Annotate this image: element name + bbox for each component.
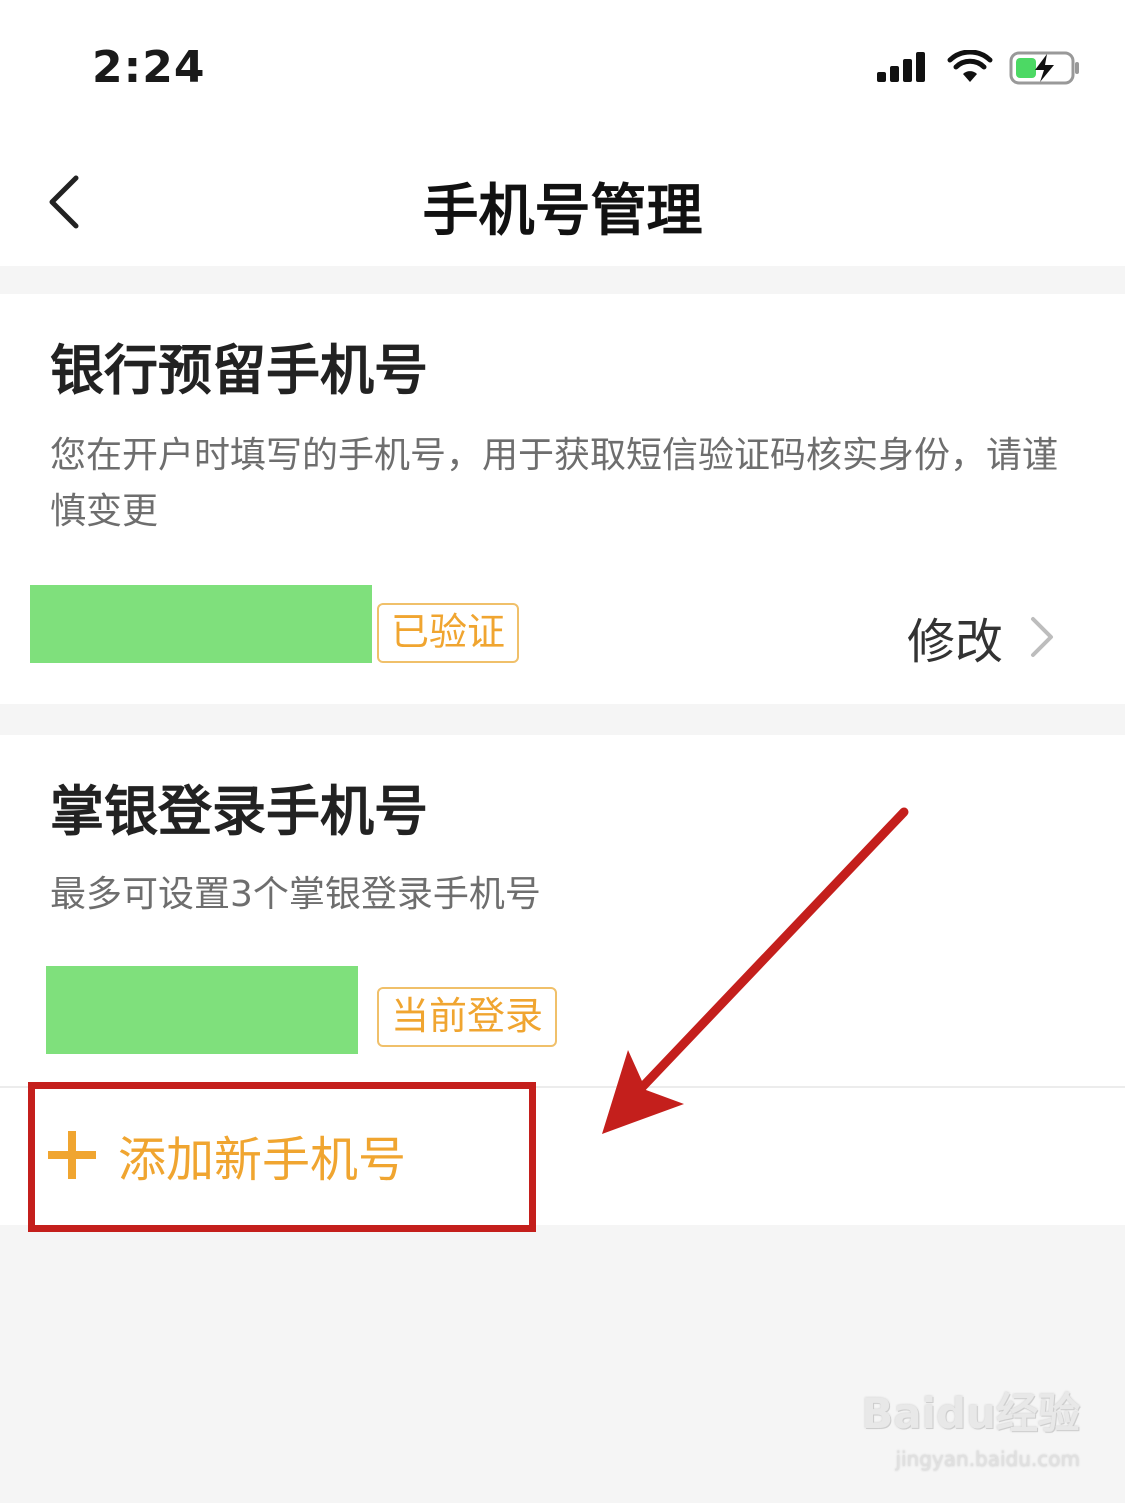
verified-badge: 已验证 bbox=[377, 603, 520, 663]
page-title: 手机号管理 bbox=[422, 179, 703, 244]
watermark-logo: Baidu经验 bbox=[861, 1389, 1080, 1438]
signal-icon bbox=[877, 52, 925, 82]
login-phone-section: 掌银登录手机号 最多可设置3个掌银登录手机号 当前登录 添加新手机号 bbox=[0, 735, 1125, 1225]
login-section-description: 最多可设置3个掌银登录手机号 bbox=[50, 874, 541, 915]
watermark: Baidu经验 jingyan.baidu.com bbox=[860, 1380, 1080, 1480]
bank-section-description: 您在开户时填写的手机号，用于获取短信验证码核实身份，请谨慎变更 bbox=[50, 435, 1059, 532]
nav-bar: 手机号管理 bbox=[0, 130, 1125, 266]
add-phone-label: 添加新手机号 bbox=[118, 1132, 407, 1188]
status-bar: 2:24 bbox=[0, 0, 1125, 130]
current-login-badge: 当前登录 bbox=[377, 987, 558, 1047]
login-section-title: 掌银登录手机号 bbox=[50, 780, 428, 843]
bank-phone-section: 银行预留手机号 您在开户时填写的手机号，用于获取短信验证码核实身份，请谨慎变更 … bbox=[0, 294, 1125, 704]
masked-login-phone-number bbox=[46, 966, 358, 1054]
status-time: 2:24 bbox=[92, 42, 206, 93]
annotation-arrow-icon bbox=[602, 807, 909, 1134]
masked-phone-number bbox=[30, 585, 372, 663]
battery-charging-icon bbox=[1009, 51, 1079, 85]
add-phone-button[interactable]: 添加新手机号 bbox=[0, 1087, 560, 1223]
chevron-right-icon bbox=[1031, 617, 1053, 657]
wifi-icon bbox=[947, 50, 993, 82]
plus-icon bbox=[48, 1131, 96, 1179]
modify-label: 修改 bbox=[906, 614, 1003, 670]
watermark-url: jingyan.baidu.com bbox=[895, 1447, 1080, 1471]
modify-button[interactable]: 修改 bbox=[907, 602, 1055, 672]
bank-section-title: 银行预留手机号 bbox=[50, 339, 428, 402]
